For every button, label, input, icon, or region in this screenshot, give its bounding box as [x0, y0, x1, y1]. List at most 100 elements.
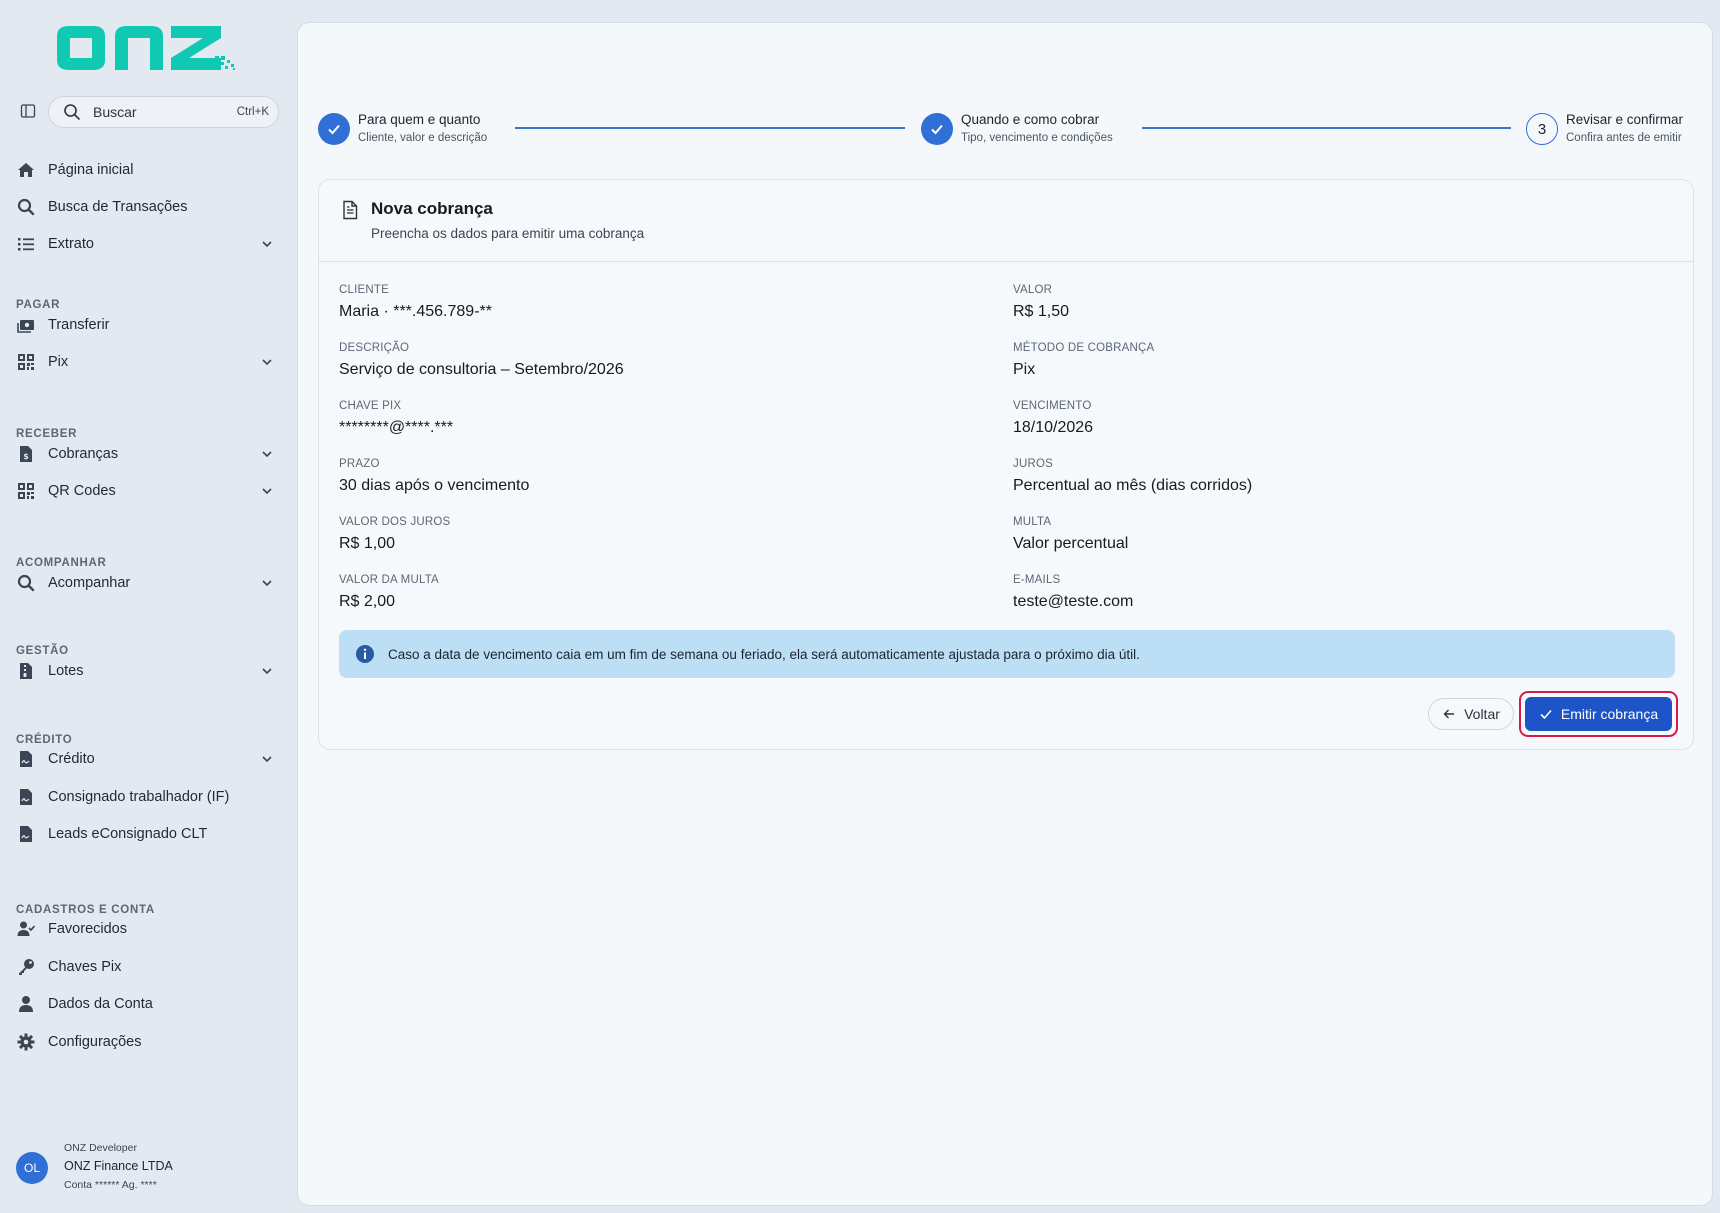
home-icon [16, 160, 36, 180]
card-title: Nova cobrança [371, 199, 493, 218]
user-company: ONZ Finance LTDA [64, 1159, 173, 1173]
nav-item-credit[interactable]: Crédito [0, 741, 297, 777]
search-placeholder: Buscar [93, 104, 137, 120]
field-value: ********@****.*** [339, 419, 454, 436]
card-subtitle: Preencha os dados para emitir uma cobran… [371, 226, 645, 241]
nav-item-account-data[interactable]: Dados da Conta [0, 986, 297, 1022]
field-label: MULTA [1013, 516, 1052, 528]
due-date-notice: Caso a data de vencimento caia em um fim… [339, 630, 1675, 678]
file-signature-icon [16, 749, 36, 769]
step-text: Revisar e confirmar Confira antes de emi… [1566, 111, 1683, 147]
step-title: Para quem e quanto [358, 112, 481, 127]
step-subtitle: Tipo, vencimento e condições [961, 132, 1113, 144]
nav-label: Pix [48, 354, 69, 370]
sidebar-toggle-button[interactable] [18, 101, 38, 121]
chevron-down-icon [259, 663, 275, 679]
nav-label: Favorecidos [48, 921, 127, 937]
field-label: PRAZO [339, 458, 380, 470]
nav-label: Extrato [48, 236, 94, 252]
avatar: OL [16, 1152, 48, 1184]
step-subtitle: Cliente, valor e descrição [358, 132, 488, 144]
field-value: R$ 2,00 [339, 593, 396, 610]
field-value: Valor percentual [1013, 535, 1129, 552]
user-profile[interactable]: OL ONZ Developer ONZ Finance LTDA Conta … [16, 1140, 286, 1196]
field-emails: E-MAILS teste@teste.com [1013, 573, 1133, 612]
chevron-down-icon [259, 236, 275, 252]
step-title: Revisar e confirmar [1566, 112, 1684, 127]
nav-item-charges[interactable]: $ Cobranças [0, 436, 297, 472]
nav-item-leads[interactable]: Leads eConsignado CLT [0, 816, 297, 852]
file-signature-icon [16, 787, 36, 807]
search-shortcut: Ctrl+K [236, 106, 269, 118]
nav-label: Dados da Conta [48, 996, 153, 1012]
money-transfer-icon [16, 315, 36, 335]
back-label: Voltar [1464, 706, 1500, 722]
nav-label: Configurações [48, 1034, 142, 1050]
field-value: Percentual ao mês (dias corridos) [1013, 477, 1253, 494]
nav-label: Página inicial [48, 162, 134, 178]
field-label: VALOR [1013, 284, 1053, 296]
step-connector [1142, 127, 1511, 129]
nav-item-favorites[interactable]: Favorecidos [0, 911, 297, 947]
field-value: 30 dias após o vencimento [339, 477, 530, 494]
step-1: Para quem e quanto Cliente, valor e desc… [318, 107, 487, 151]
field-label: VENCIMENTO [1013, 400, 1092, 412]
field-label: CLIENTE [339, 284, 389, 296]
nav-item-payroll-loan[interactable]: Consignado trabalhador (IF) [0, 779, 297, 815]
nav-item-statement[interactable]: Extrato [0, 226, 297, 262]
nav-label: Chaves Pix [48, 959, 122, 975]
notice-text: Caso a data de vencimento caia em um fim… [388, 646, 1140, 662]
sidebar: onz Buscar Ctrl+K Página inicial Busca d… [0, 0, 297, 1213]
nav-item-settings[interactable]: Configurações [0, 1024, 297, 1060]
field-term: PRAZO 30 dias após o vencimento [339, 457, 529, 496]
info-icon [355, 644, 375, 664]
field-value: Maria · ***.456.789-** [339, 303, 492, 320]
chevron-down-icon [259, 751, 275, 767]
field-client: CLIENTE Maria · ***.456.789-** [339, 283, 492, 322]
user-role: ONZ Developer [64, 1142, 137, 1154]
nav-item-qrcodes[interactable]: QR Codes [0, 473, 297, 509]
field-value: 18/10/2026 [1013, 419, 1094, 436]
svg-text:$: $ [23, 452, 29, 461]
nav-item-batches[interactable]: Lotes [0, 653, 297, 689]
nav-item-transfer[interactable]: Transferir [0, 307, 297, 343]
gear-icon [16, 1032, 36, 1052]
charge-review-card: Nova cobrança Preencha os dados para emi… [318, 179, 1694, 750]
back-button[interactable]: Voltar [1428, 698, 1514, 730]
field-interest-value: VALOR DOS JUROS R$ 1,00 [339, 515, 450, 554]
field-value: R$ 1,00 [339, 535, 396, 552]
field-label: VALOR DA MULTA [339, 574, 439, 586]
nav-item-transactions[interactable]: Busca de Transações [0, 189, 297, 225]
logo-text: onz [55, 22, 57, 23]
nav-item-pix[interactable]: Pix [0, 344, 297, 380]
search-input[interactable]: Buscar Ctrl+K [48, 96, 279, 128]
field-label: DESCRIÇÃO [339, 342, 410, 354]
check-icon [1539, 707, 1553, 721]
field-label: VALOR DOS JUROS [339, 516, 451, 528]
field-value: Pix [1013, 361, 1036, 378]
emit-charge-button[interactable]: Emitir cobrança [1525, 697, 1672, 731]
field-value: teste@teste.com [1013, 593, 1134, 610]
step-number: 3 [1526, 113, 1558, 145]
field-value: Serviço de consultoria – Setembro/2026 [339, 361, 624, 378]
chevron-down-icon [259, 483, 275, 499]
field-pix-key: CHAVE PIX ********@****.*** [339, 399, 453, 438]
step-text: Quando e como cobrar Tipo, vencimento e … [961, 111, 1113, 147]
list-icon [16, 234, 36, 254]
key-icon [16, 957, 36, 977]
nav-item-home[interactable]: Página inicial [0, 152, 297, 188]
nav-label: Consignado trabalhador (IF) [48, 789, 230, 805]
nav-label: QR Codes [48, 483, 116, 499]
onz-logo[interactable]: onz [55, 22, 237, 74]
step-done-check-icon [318, 113, 350, 145]
chevron-down-icon [259, 446, 275, 462]
nav-label: Lotes [48, 663, 84, 679]
user-account: Conta ****** Ag. **** [64, 1179, 157, 1191]
file-signature-icon [16, 824, 36, 844]
nav-item-pix-keys[interactable]: Chaves Pix [0, 949, 297, 985]
chevron-down-icon [259, 354, 275, 370]
field-interest: JUROS Percentual ao mês (dias corridos) [1013, 457, 1252, 496]
qr-code-icon [16, 481, 36, 501]
main-panel: Para quem e quanto Cliente, valor e desc… [297, 22, 1713, 1206]
nav-item-track[interactable]: Acompanhar [0, 565, 297, 601]
